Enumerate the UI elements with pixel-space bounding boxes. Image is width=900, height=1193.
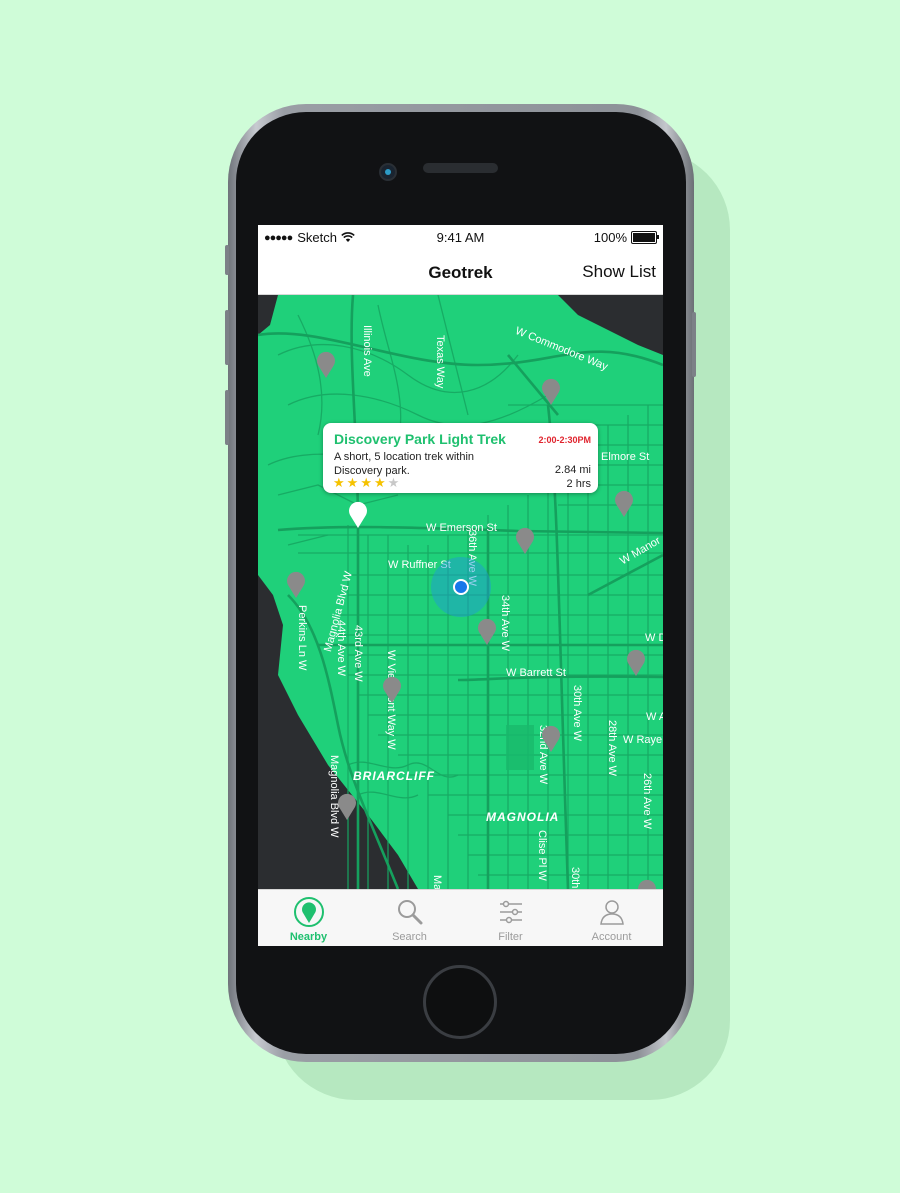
map-pin-icon[interactable]	[625, 649, 647, 677]
trek-description: A short, 5 location trek within Discover…	[334, 451, 475, 477]
battery-icon	[631, 231, 659, 244]
map-pin-icon	[294, 897, 324, 927]
street-label: 30th	[569, 867, 581, 889]
map-pin-icon[interactable]	[514, 527, 536, 555]
street-label: Perkins Ln W	[296, 605, 308, 671]
tab-label: Filter	[498, 931, 523, 943]
trek-duration: 2 hrs	[566, 478, 591, 490]
home-button[interactable]	[423, 965, 497, 1039]
user-location-marker	[431, 557, 491, 617]
street-label: 43rd Ave W	[352, 625, 364, 682]
map-pin-icon[interactable]	[315, 351, 337, 379]
volume-down-button	[225, 390, 229, 445]
street-label: 30th Ave W	[571, 685, 583, 742]
tab-label: Account	[591, 931, 632, 943]
map-pin-icon[interactable]	[381, 676, 403, 704]
tab-search[interactable]: Search	[359, 890, 460, 946]
trek-time: 2:00-2:30PM	[538, 435, 591, 445]
map-pin-icon[interactable]	[636, 879, 658, 889]
street-label: W Emerson St	[426, 522, 497, 534]
street-label: Elmore St	[601, 451, 650, 463]
trek-callout[interactable]: Discovery Park Light Trek 2:00-2:30PM A …	[323, 423, 598, 493]
street-label: W D	[645, 632, 663, 644]
street-label: 26th Ave W	[641, 773, 653, 830]
star-filled-icon: ★	[373, 475, 388, 490]
power-button	[692, 312, 696, 377]
show-list-button[interactable]: Show List	[582, 262, 656, 282]
trek-rating: ★★★★★	[333, 475, 401, 491]
map-pin-icon[interactable]	[336, 793, 358, 821]
star-filled-icon: ★	[346, 475, 361, 490]
selected-pin-icon[interactable]	[347, 501, 369, 529]
earpiece-speaker	[423, 163, 498, 173]
map-pin-icon[interactable]	[285, 571, 307, 599]
map-view[interactable]: Illinois Ave Texas Way W Commodore Way E…	[258, 295, 663, 889]
tab-label: Nearby	[289, 931, 328, 943]
star-filled-icon: ★	[360, 475, 374, 490]
street-label: W Barrett St	[506, 667, 566, 679]
status-bar: ●●●●● Sketch 9:41 AM 100%	[258, 225, 663, 249]
tab-bar: Nearby Search Filter Account	[258, 889, 663, 946]
user-icon	[600, 900, 624, 925]
street-label: Texas Way	[434, 335, 446, 389]
tab-account[interactable]: Account	[561, 890, 662, 946]
phone-screen: ●●●●● Sketch 9:41 AM 100% Geotrek Show L…	[258, 225, 663, 946]
tab-nearby[interactable]: Nearby	[258, 890, 359, 946]
tab-filter[interactable]: Filter	[460, 890, 561, 946]
user-location-dot	[453, 579, 469, 595]
front-camera	[379, 163, 397, 181]
map-pin-icon[interactable]	[613, 490, 635, 518]
neighborhood-label: BRIARCLIFF	[353, 769, 435, 783]
sliders-icon	[500, 900, 522, 924]
volume-up-button	[225, 310, 229, 365]
tab-label: Search	[392, 931, 427, 943]
street-label: 34th Ave W	[499, 595, 511, 652]
map-pin-icon[interactable]	[540, 725, 562, 753]
neighborhood-label: MAGNOLIA	[486, 810, 560, 824]
map-pin-icon[interactable]	[476, 618, 498, 646]
battery-percent: 100%	[593, 230, 627, 245]
navigation-bar: Geotrek Show List	[258, 249, 663, 295]
star-empty-icon: ★	[387, 475, 402, 490]
street-label: Ma	[431, 875, 443, 889]
street-label: W A	[646, 711, 663, 723]
street-label: 44th Ave W	[335, 620, 347, 677]
trek-title: Discovery Park Light Trek	[334, 431, 506, 447]
mute-switch	[225, 245, 229, 275]
trek-distance: 2.84 mi	[554, 464, 591, 476]
street-label: Clise Pl W	[536, 830, 548, 881]
search-icon	[398, 900, 423, 925]
map-pin-icon[interactable]	[540, 378, 562, 406]
star-filled-icon: ★	[333, 475, 347, 490]
street-label: 28th Ave W	[606, 720, 618, 777]
street-label: Illinois Ave	[361, 325, 373, 377]
street-label: W Raye	[623, 734, 663, 746]
